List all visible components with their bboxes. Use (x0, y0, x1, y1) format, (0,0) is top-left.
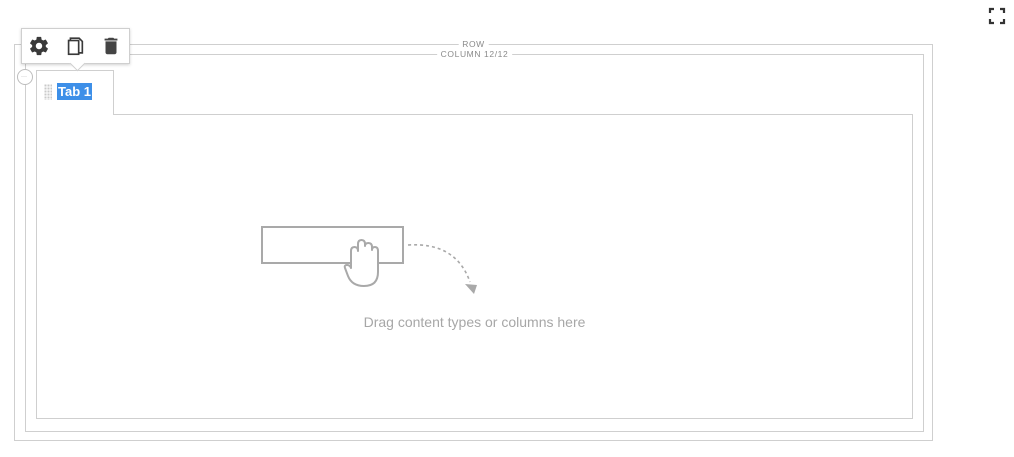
gear-icon (30, 36, 48, 56)
row-label: ROW (458, 39, 489, 49)
tab-title[interactable]: Tab 1 (57, 83, 92, 100)
hand-drag-icon (261, 226, 477, 294)
duplicate-button[interactable] (64, 35, 86, 57)
fullscreen-button[interactable] (988, 7, 1006, 25)
tab-header-1[interactable]: Tab 1 (36, 70, 114, 115)
empty-state-label: Drag content types or columns here (363, 314, 586, 330)
trash-icon (104, 37, 118, 55)
empty-state-text: Drag content types or columns here (0, 314, 949, 330)
remove-button[interactable] (100, 35, 122, 57)
duplicate-icon (67, 37, 84, 56)
move-handle-icon[interactable]: ··· (17, 69, 33, 85)
settings-button[interactable] (28, 35, 50, 57)
drag-drop-illustration (260, 224, 485, 299)
column-label: COLUMN 12/12 (436, 49, 513, 59)
expand-icon (988, 7, 1006, 25)
drag-grip-icon[interactable] (44, 84, 52, 100)
element-toolbar (21, 28, 130, 64)
